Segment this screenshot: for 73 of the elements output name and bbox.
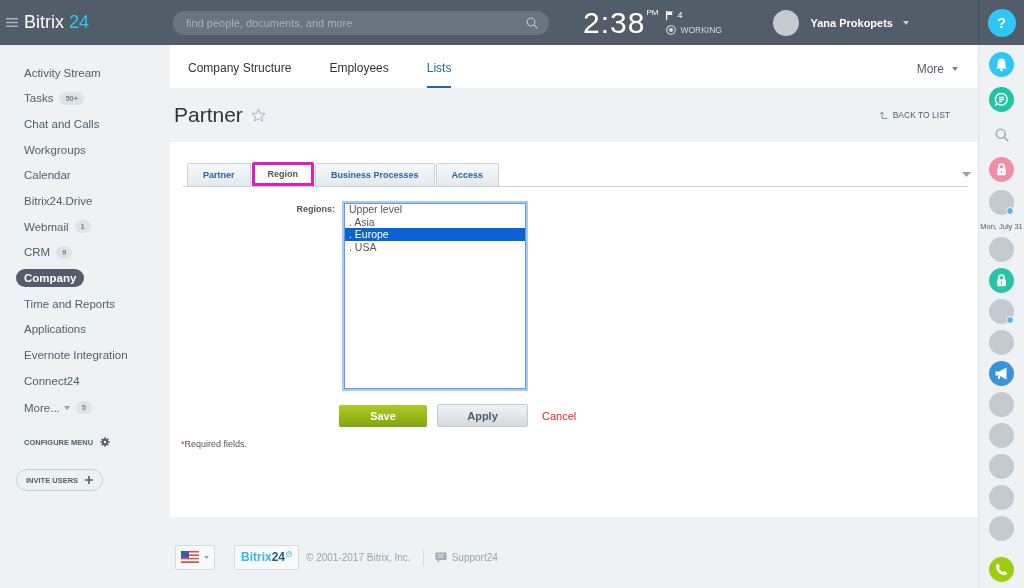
caret-icon[interactable]	[962, 172, 971, 177]
language-button[interactable]	[175, 544, 215, 570]
user-avatar[interactable]	[989, 423, 1014, 448]
required-fields-note: *Required fields.	[181, 439, 248, 449]
more-menu-button[interactable]: More	[916, 45, 958, 88]
list-option[interactable]: Upper level	[345, 203, 525, 216]
record-icon	[666, 25, 677, 35]
back-to-list-button[interactable]: BACK TO LIST	[878, 110, 950, 120]
chat-icon[interactable]	[989, 87, 1014, 112]
user-avatar[interactable]	[989, 454, 1014, 479]
page-title: Partner	[174, 103, 243, 127]
sidebar-item[interactable]: Company	[16, 269, 85, 288]
chat-icon	[434, 551, 447, 563]
form-tab[interactable]: Region	[251, 162, 314, 186]
clock-icon	[286, 550, 292, 557]
form-tab[interactable]: Business Processes	[315, 163, 435, 186]
star-icon[interactable]	[250, 107, 266, 123]
user-avatar[interactable]	[989, 299, 1014, 324]
user-avatar	[773, 9, 800, 36]
cancel-link[interactable]: Cancel	[542, 409, 577, 422]
work-status-button[interactable]: WORKING	[666, 25, 722, 35]
online-badge-icon	[1006, 207, 1014, 215]
sidebar-item[interactable]: Chat and Calls	[16, 115, 108, 134]
back-arrow-icon	[878, 110, 888, 120]
flag-counter[interactable]: 4	[666, 10, 722, 20]
sidebar-item[interactable]: Calendar	[16, 166, 79, 185]
list-option[interactable]: . USA	[345, 241, 525, 254]
user-avatar[interactable]	[989, 392, 1014, 417]
logo[interactable]: Bitrix 24	[24, 12, 173, 33]
caret-icon	[903, 20, 909, 25]
user-avatar[interactable]	[989, 516, 1014, 541]
caret-icon	[952, 66, 958, 71]
flag-icon	[666, 10, 674, 20]
sidebar-item[interactable]: Connect24	[16, 371, 88, 390]
field-label: Regions:	[296, 204, 335, 214]
caret-icon	[204, 555, 209, 559]
sidebar-item[interactable]: Time and Reports	[16, 294, 123, 313]
sidebar-item[interactable]: Applications	[16, 320, 94, 339]
user-avatar[interactable]	[989, 190, 1014, 215]
menu-icon[interactable]	[6, 18, 18, 27]
sidebar-item[interactable]: Evernote Integration	[16, 346, 136, 365]
apply-button[interactable]: Apply	[437, 404, 528, 427]
phone-icon[interactable]	[989, 557, 1014, 582]
clock: 2:38$^{PM}$	[583, 7, 659, 38]
plus-icon	[85, 476, 94, 485]
form-tab[interactable]: Partner	[187, 163, 251, 186]
nav-tab[interactable]: Lists	[426, 45, 452, 88]
form-tab[interactable]: Access	[435, 163, 500, 186]
user-avatar[interactable]	[989, 237, 1014, 262]
flag-icon	[181, 551, 199, 563]
nav-tab[interactable]: Company Structure	[188, 45, 292, 88]
bell-icon[interactable]	[989, 52, 1014, 77]
bitrix-logo-link[interactable]: Bitrix24	[234, 544, 299, 570]
online-badge-icon	[1006, 316, 1014, 324]
lock-icon[interactable]	[989, 157, 1014, 182]
sidebar-item[interactable]: Activity Stream	[16, 63, 109, 82]
copyright-text: © 2001-2017 Bitrix, Inc.	[306, 551, 411, 563]
sidebar-item[interactable]: Bitrix24.Drive	[16, 192, 101, 211]
search-icon[interactable]	[994, 127, 1009, 142]
search-icon	[526, 16, 538, 29]
list-option[interactable]: . Asia	[345, 215, 525, 229]
gear-icon	[100, 437, 111, 448]
sidebar-item[interactable]: Workgroups	[16, 140, 94, 159]
user-menu-button[interactable]: Yana Prokopets	[773, 9, 909, 36]
megaphone-icon[interactable]	[989, 361, 1014, 386]
caret-icon	[63, 405, 70, 410]
user-avatar[interactable]	[989, 330, 1014, 355]
regions-listbox[interactable]: Upper level . Asia . Europe . USA	[342, 201, 528, 391]
user-avatar[interactable]	[989, 485, 1014, 510]
search-field[interactable]: find people, documents, and more	[173, 10, 549, 35]
lock-icon[interactable]	[989, 268, 1014, 293]
nav-tab[interactable]: Employees	[329, 45, 389, 88]
list-option[interactable]: . Europe	[345, 228, 525, 242]
